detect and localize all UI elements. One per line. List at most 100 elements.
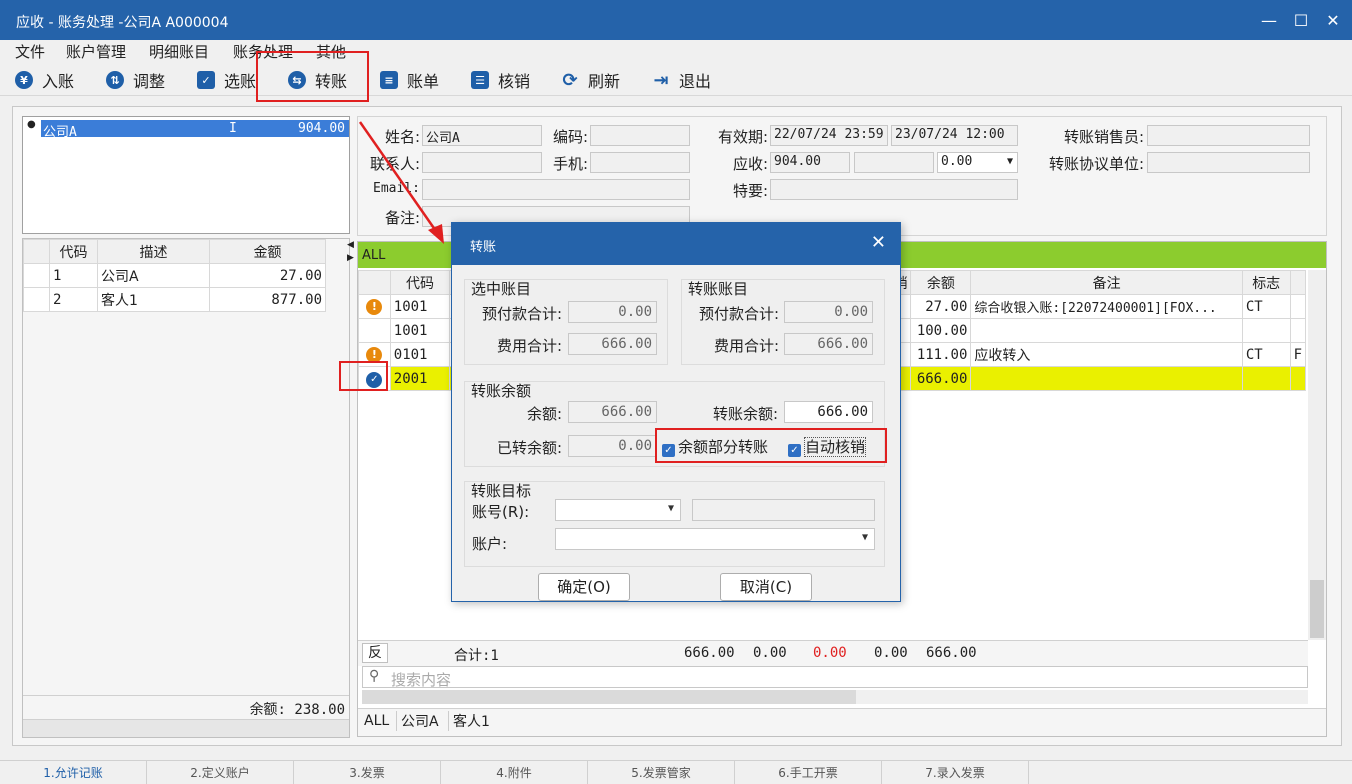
transfer-fee-label: 费用合计: <box>713 337 779 355</box>
valid-from-field[interactable]: 22/07/24 23:59 <box>770 125 888 146</box>
transfer-icon: ⇆ <box>288 71 306 89</box>
sales-label: 转账销售员: <box>1063 128 1144 146</box>
agreement-field[interactable] <box>1147 152 1310 173</box>
balance-label: 余额: <box>526 405 562 423</box>
status-tab-1[interactable]: 1.允许记账 <box>0 761 147 784</box>
special-field[interactable] <box>770 179 1018 200</box>
adjust-button[interactable]: ⇅ 调整 <box>106 66 165 94</box>
arrow-head <box>428 224 444 244</box>
yen-icon: ¥ <box>15 71 33 89</box>
status-tab-4[interactable]: 4.附件 <box>441 761 588 784</box>
account-select[interactable]: ▼ <box>555 528 875 550</box>
title-bar: 应收 - 账务处理 -公司A A000004 — ☐ ✕ <box>0 0 1352 40</box>
valid-label: 有效期: <box>717 128 768 146</box>
search-box[interactable]: ⚲ 搜索内容 <box>362 666 1308 690</box>
selected-fee-label: 费用合计: <box>496 337 562 355</box>
col-code: 代码 <box>389 270 451 295</box>
bill-button[interactable]: ≡ 账单 <box>380 66 439 94</box>
account-summary-grid: 代码 描述 金额 1 公司A 27.00 2 客人1 877.00 余额: 23… <box>22 238 350 738</box>
post-button[interactable]: ¥ 入账 <box>15 66 74 94</box>
checkbox-checked-icon: ✓ <box>788 444 801 457</box>
status-tab-5[interactable]: 5.发票管家 <box>588 761 735 784</box>
writeoff-button[interactable]: ☰ 核销 <box>471 66 530 94</box>
scrollbar-thumb[interactable] <box>362 690 856 704</box>
exit-icon: ⇥ <box>653 69 669 91</box>
col-remark: 备注 <box>970 270 1243 295</box>
refresh-icon: ⟳ <box>562 69 578 91</box>
status-tab-3[interactable]: 3.发票 <box>294 761 441 784</box>
menu-account-processing[interactable]: 账务处理 <box>233 41 293 62</box>
col-balance: 余额 <box>910 270 972 295</box>
sales-field[interactable] <box>1147 125 1310 146</box>
account-no-select[interactable]: ▼ <box>555 499 681 521</box>
transfer-prepay-field[interactable]: 0.00 <box>784 301 873 323</box>
auto-writeoff-checkbox[interactable]: ✓ 自动核销 <box>788 436 867 457</box>
col-desc: 描述 <box>97 239 210 264</box>
transferred-label: 已转余额: <box>496 439 562 457</box>
maximize-button[interactable]: ☐ <box>1286 8 1316 34</box>
splitter-left-icon[interactable]: ◀ <box>347 240 354 250</box>
reverse-button[interactable]: 反 <box>362 643 388 663</box>
menu-account-management[interactable]: 账户管理 <box>66 41 126 62</box>
checkbox-checked-icon: ✓ <box>662 444 675 457</box>
vertical-scrollbar[interactable] <box>1308 270 1326 640</box>
minimize-button[interactable]: — <box>1254 8 1284 34</box>
account-label: 账户: <box>472 535 508 553</box>
status-tab-6[interactable]: 6.手工开票 <box>735 761 882 784</box>
ar-field[interactable]: 904.00 <box>770 152 850 173</box>
col-amount: 金额 <box>209 239 326 264</box>
partial-transfer-checkbox[interactable]: ✓ 余额部分转账 <box>662 436 768 457</box>
transferred-field[interactable]: 0.00 <box>568 435 657 457</box>
chevron-down-icon: ▼ <box>1006 156 1013 167</box>
selected-prepay-label: 预付款合计: <box>481 305 562 323</box>
valid-to-field[interactable]: 23/07/24 12:00 <box>891 125 1018 146</box>
refresh-button[interactable]: ⟳ 刷新 <box>561 66 620 94</box>
tab-all[interactable]: ALL <box>364 713 389 729</box>
search-input[interactable]: 搜索内容 <box>391 669 451 690</box>
dialog-close-icon[interactable]: ✕ <box>871 232 886 253</box>
mobile-label: 手机: <box>552 155 588 173</box>
tab-guest-1[interactable]: 客人1 <box>448 711 490 731</box>
menu-bar: 文件 账户管理 明细账目 账务处理 其他 <box>0 40 1352 62</box>
account-no-desc-field[interactable] <box>692 499 875 521</box>
close-button[interactable]: ✕ <box>1318 8 1348 34</box>
splitter-right-icon[interactable]: ▶ <box>347 253 354 263</box>
customer-row[interactable]: 公司A I 904.00 <box>41 120 349 140</box>
customer-list[interactable]: ● 公司A I 904.00 <box>22 116 350 234</box>
table-row[interactable]: 2 客人1 877.00 <box>23 287 326 312</box>
col-code: 代码 <box>49 239 98 264</box>
selected-fee-field[interactable]: 666.00 <box>568 333 657 355</box>
transfer-button[interactable]: ⇆ 转账 <box>288 66 347 94</box>
status-tab-7[interactable]: 7.录入发票 <box>882 761 1029 784</box>
ar-select[interactable]: 0.00 ▼ <box>937 152 1018 173</box>
code-field[interactable] <box>590 125 690 146</box>
cancel-button[interactable]: 取消(C) <box>720 573 812 601</box>
exit-button[interactable]: ⇥ 退出 <box>652 66 711 94</box>
menu-detail-accounts[interactable]: 明细账目 <box>149 41 209 62</box>
select-account-button[interactable]: ✓ 选账 <box>197 66 256 94</box>
toolbar: ¥ 入账 ⇅ 调整 ✓ 选账 ⇆ 转账 ≡ 账单 ☰ 核销 ⟳ 刷新 ⇥ 退出 <box>0 62 1352 96</box>
selected-prepay-field[interactable]: 0.00 <box>568 301 657 323</box>
ok-button[interactable]: 确定(O) <box>538 573 630 601</box>
ar-extra-field[interactable] <box>854 152 934 173</box>
menu-file[interactable]: 文件 <box>15 41 45 62</box>
balance-field[interactable]: 666.00 <box>568 401 657 423</box>
left-grid-footer: 余额: 238.00 <box>23 695 349 719</box>
menu-other[interactable]: 其他 <box>316 41 346 62</box>
grid-footer: 反 合计:1 666.00 0.00 0.00 0.00 666.00 <box>358 640 1308 666</box>
grid-corner <box>23 239 50 264</box>
checked-icon[interactable]: ✓ <box>366 371 383 388</box>
scrollbar-thumb[interactable] <box>1310 580 1324 638</box>
transfer-balance-field[interactable]: 666.00 <box>784 401 873 423</box>
horizontal-scrollbar[interactable] <box>23 719 349 737</box>
transfer-fee-field[interactable]: 666.00 <box>784 333 873 355</box>
email-field[interactable] <box>422 179 690 200</box>
annotation-arrow <box>358 121 444 244</box>
tab-company-a[interactable]: 公司A <box>396 711 439 731</box>
table-row[interactable]: 1 公司A 27.00 <box>23 263 326 288</box>
status-tab-2[interactable]: 2.定义账户 <box>147 761 294 784</box>
horizontal-scrollbar[interactable] <box>362 690 1308 704</box>
mobile-field[interactable] <box>590 152 690 173</box>
special-label: 特要: <box>732 182 768 200</box>
transfer-dialog: 转账 ✕ 选中账目 预付款合计: 0.00 费用合计: 666.00 转账账目 … <box>451 222 901 602</box>
